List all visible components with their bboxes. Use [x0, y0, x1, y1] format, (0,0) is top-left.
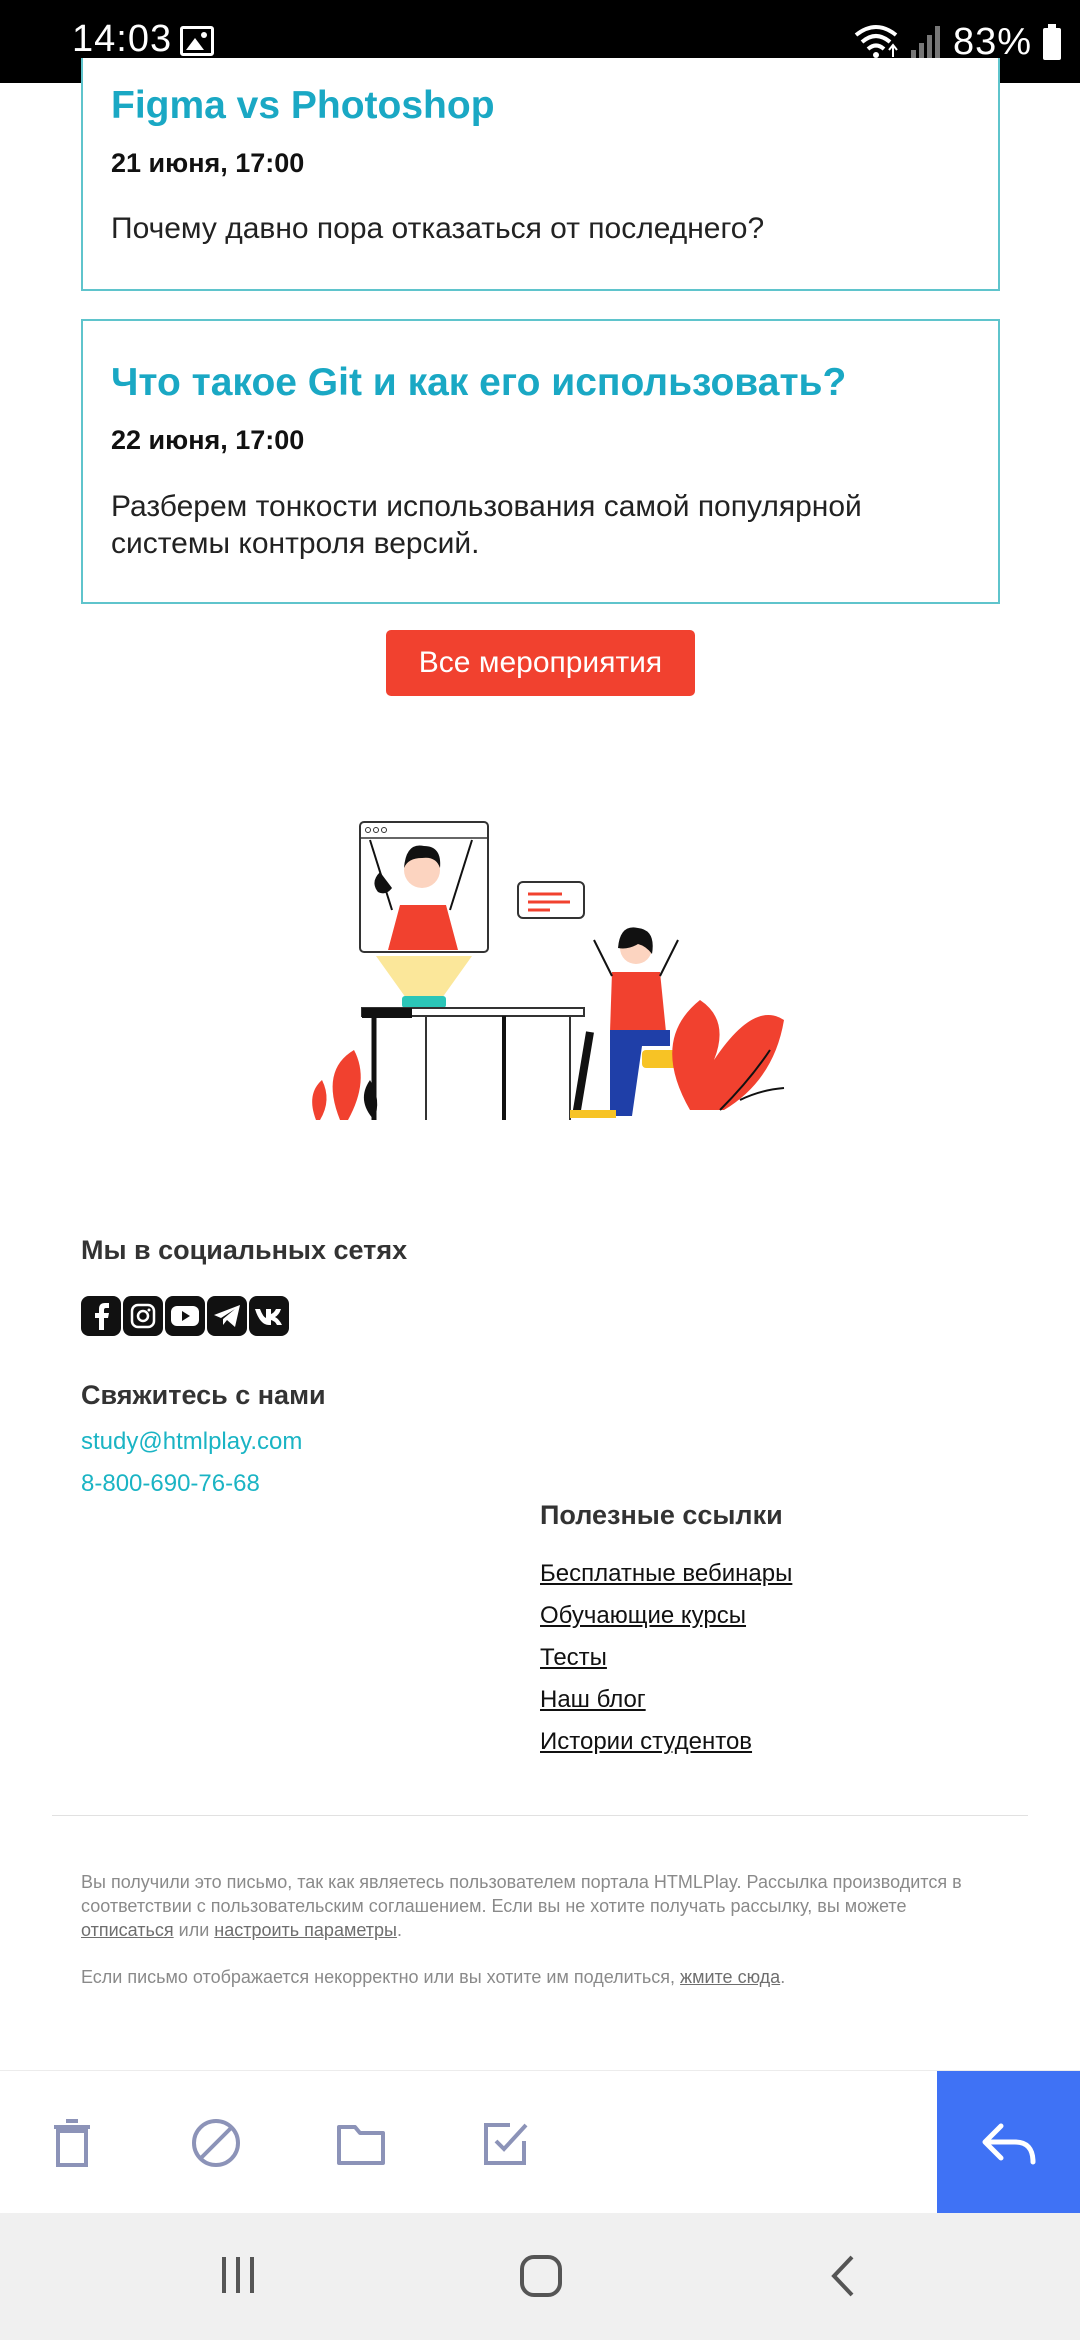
image-notification-icon: [180, 26, 214, 56]
system-nav-bar: [0, 2213, 1080, 2340]
footer-share-notice: Если письмо отображается некорректно или…: [81, 1965, 981, 1989]
email-toolbar: [0, 2070, 1080, 2214]
reply-button[interactable]: [937, 2071, 1080, 2214]
back-icon[interactable]: [826, 2253, 860, 2299]
social-icons: [81, 1296, 289, 1336]
mark-done-icon[interactable]: [476, 2113, 536, 2173]
footer-notice-text: Вы получили это письмо, так как являетес…: [81, 1872, 962, 1916]
event-description: Разберем тонкости использования самой по…: [111, 490, 862, 560]
link-student-stories[interactable]: Истории студентов: [540, 1728, 792, 1770]
social-heading: Мы в социальных сетях: [81, 1235, 408, 1265]
instagram-icon[interactable]: [123, 1296, 163, 1336]
wifi-icon: [854, 25, 898, 58]
footer-share-text: Если письмо отображается некорректно или…: [81, 1967, 681, 1987]
useful-links-list: Бесплатные вебинары Обучающие курсы Тест…: [540, 1560, 792, 1770]
event-description: Почему давно пора отказаться от последне…: [111, 212, 765, 245]
contact-email-link[interactable]: study@htmlplay.com: [81, 1428, 302, 1456]
folder-icon[interactable]: [331, 2113, 391, 2173]
event-title[interactable]: Figma vs Photoshop: [111, 84, 495, 128]
footer-notice: Вы получили это письмо, так как являетес…: [81, 1870, 981, 1942]
block-icon[interactable]: [186, 2113, 246, 2173]
contacts-heading: Свяжитесь с нами: [81, 1380, 326, 1410]
settings-link[interactable]: настроить параметры: [214, 1920, 397, 1940]
footer-notice-text: .: [396, 1920, 402, 1940]
event-card[interactable]: Что такое Git и как его использовать? 22…: [81, 319, 1000, 604]
facebook-icon[interactable]: [81, 1296, 121, 1336]
footer-notice-text: или: [173, 1920, 215, 1940]
link-tests[interactable]: Тесты: [540, 1644, 792, 1686]
event-date: 22 июня, 17:00: [111, 425, 305, 455]
event-date: 21 июня, 17:00: [111, 148, 305, 178]
webinar-illustration: [312, 821, 785, 1120]
reply-icon: [982, 2123, 1035, 2164]
link-blog[interactable]: Наш блог: [540, 1686, 792, 1728]
home-icon[interactable]: [518, 2253, 564, 2299]
link-courses[interactable]: Обучающие курсы: [540, 1602, 792, 1644]
footer-divider: [52, 1815, 1028, 1816]
contact-phone-link[interactable]: 8-800-690-76-68: [81, 1470, 260, 1498]
click-here-link[interactable]: жмите сюда: [680, 1967, 780, 1987]
vk-icon[interactable]: [249, 1296, 289, 1336]
signal-icon: [910, 26, 940, 60]
trash-icon[interactable]: [42, 2113, 102, 2173]
event-card[interactable]: Figma vs Photoshop 21 июня, 17:00 Почему…: [81, 58, 1000, 291]
unsubscribe-link[interactable]: отписаться: [81, 1920, 174, 1940]
recent-apps-icon[interactable]: [216, 2253, 260, 2297]
youtube-icon[interactable]: [165, 1296, 205, 1336]
useful-links-heading: Полезные ссылки: [540, 1500, 783, 1530]
event-title[interactable]: Что такое Git и как его использовать?: [111, 361, 846, 405]
all-events-button[interactable]: Все мероприятия: [386, 630, 695, 696]
status-time: 14:03: [72, 18, 173, 60]
link-free-webinars[interactable]: Бесплатные вебинары: [540, 1560, 792, 1602]
footer-share-text: .: [780, 1967, 786, 1987]
telegram-icon[interactable]: [207, 1296, 247, 1336]
battery-icon: [1043, 24, 1061, 60]
